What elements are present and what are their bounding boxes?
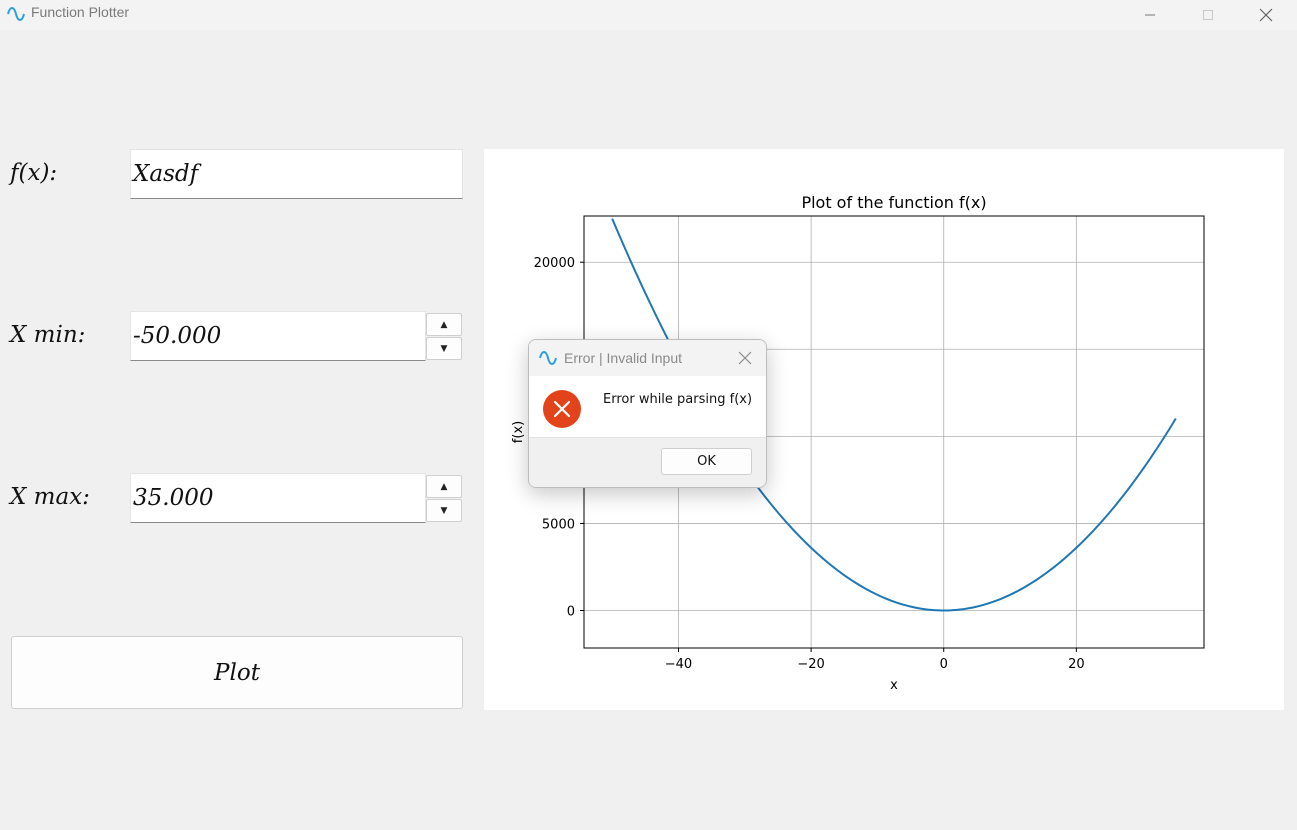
chart-title: Plot of the function f(x) xyxy=(801,193,986,212)
y-tick-label: 20000 xyxy=(534,256,575,271)
caret-down-icon: ▼ xyxy=(440,505,448,516)
app-wave-icon xyxy=(7,7,25,21)
chart-ylabel: f(x) xyxy=(511,421,526,443)
xmax-decrement-button[interactable]: ▼ xyxy=(426,499,462,522)
x-tick-label: 0 xyxy=(940,657,948,672)
minimize-button[interactable] xyxy=(1127,0,1173,30)
x-tick-label: −20 xyxy=(797,657,824,672)
app-wave-icon xyxy=(539,351,557,365)
dialog-titlebar: Error | Invalid Input xyxy=(529,340,766,376)
xmax-increment-button[interactable]: ▲ xyxy=(426,475,462,498)
window-title: Function Plotter xyxy=(31,4,130,20)
error-dialog: Error | Invalid Input Error while parsin… xyxy=(528,339,767,488)
dialog-close-button[interactable] xyxy=(735,348,755,368)
xmin-stepper[interactable]: ▲ ▼ xyxy=(426,313,462,361)
xmin-increment-button[interactable]: ▲ xyxy=(426,313,462,336)
close-button[interactable] xyxy=(1243,0,1289,30)
minimize-icon xyxy=(1145,14,1155,16)
plot-button[interactable]: Plot xyxy=(11,636,463,709)
caret-down-icon: ▼ xyxy=(440,343,448,354)
close-icon xyxy=(1259,8,1273,22)
xmin-label: X min: xyxy=(10,322,86,348)
chart-xlabel: x xyxy=(890,678,898,693)
caret-up-icon: ▲ xyxy=(440,481,448,492)
maximize-button[interactable] xyxy=(1185,0,1231,30)
fx-input[interactable]: Xasdf xyxy=(130,149,463,199)
dialog-title: Error | Invalid Input xyxy=(564,350,683,366)
x-tick-label: 20 xyxy=(1068,657,1085,672)
xmax-input[interactable]: 35.000 xyxy=(130,473,426,523)
xmax-label: X max: xyxy=(10,484,90,510)
xmin-input[interactable]: -50.000 xyxy=(130,311,426,361)
fx-label: f(x): xyxy=(10,160,58,186)
xmin-decrement-button[interactable]: ▼ xyxy=(426,337,462,360)
dialog-footer: OK xyxy=(529,437,766,487)
dialog-body: Error while parsing f(x) xyxy=(529,376,766,437)
y-tick-label: 0 xyxy=(567,604,575,619)
x-tick-label: −40 xyxy=(665,657,692,672)
maximize-icon xyxy=(1203,10,1213,20)
error-icon xyxy=(543,390,581,428)
window-titlebar: Function Plotter xyxy=(0,0,1297,30)
dialog-message: Error while parsing f(x) xyxy=(603,392,753,407)
xmax-stepper[interactable]: ▲ ▼ xyxy=(426,475,462,523)
close-icon xyxy=(738,351,752,365)
ok-button[interactable]: OK xyxy=(661,448,752,475)
y-tick-label: 5000 xyxy=(542,517,575,532)
caret-up-icon: ▲ xyxy=(440,319,448,330)
